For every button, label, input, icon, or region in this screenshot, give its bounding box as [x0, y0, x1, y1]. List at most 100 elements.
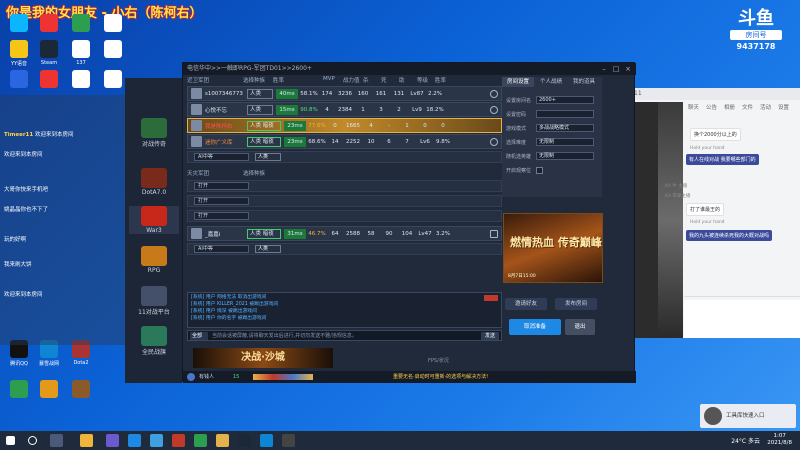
sidebar-item-chuanqi[interactable]: 对战传奇 — [129, 118, 179, 148]
maximize-icon[interactable]: □ — [610, 63, 622, 75]
race-select[interactable]: 人类 暗夜 — [247, 120, 281, 131]
player-name: 我是陈柯右 — [205, 123, 233, 130]
message-sender: KA 苹果主播 — [665, 194, 691, 199]
explorer-icon[interactable] — [80, 434, 93, 447]
ai-slot-row[interactable]: AI中等 人类 — [187, 151, 502, 163]
slot-dropdown[interactable]: 打开 — [194, 182, 249, 190]
cancel-ready-button[interactable]: 取消准备 — [509, 319, 561, 335]
add-icon[interactable] — [490, 229, 498, 238]
sidebar-item-rpg[interactable]: RPG — [129, 246, 179, 274]
desktop-icon-file[interactable] — [98, 40, 128, 60]
tab-notice[interactable]: 公告 — [706, 103, 717, 111]
sidebar-item-war3[interactable]: War3 — [129, 206, 179, 234]
tab-files[interactable]: 文件 — [742, 103, 753, 111]
race-select[interactable]: 人类 — [247, 88, 273, 99]
app-icon[interactable] — [106, 434, 119, 447]
search-icon[interactable] — [28, 436, 37, 445]
desktop-icon-app[interactable] — [34, 380, 64, 400]
difficulty-select[interactable]: 无限制 — [536, 138, 594, 146]
desktop-icon-app[interactable] — [4, 380, 34, 400]
desktop-icon-app[interactable] — [98, 14, 128, 34]
tab-personal-stats[interactable]: 个人战绩 — [535, 77, 567, 87]
tab-settings[interactable]: 设置 — [778, 103, 789, 111]
log-line: [系统] 用户 你的名字 被踢出游戏间 — [191, 316, 267, 321]
race-select[interactable]: 人类 暗夜 — [247, 228, 281, 239]
tab-chat[interactable]: 聊天 — [688, 103, 699, 111]
open-slot-row[interactable]: 打开 — [187, 180, 502, 192]
desktop-icon-app[interactable] — [66, 14, 96, 34]
desktop-icon-app[interactable] — [98, 70, 128, 90]
toolbar-icons[interactable] — [253, 374, 313, 380]
level: Lv87 — [410, 90, 424, 97]
invite-button[interactable]: 邀请好友 — [505, 298, 547, 310]
user-avatar[interactable] — [187, 373, 195, 381]
player-row[interactable]: 迷你广义库 人类 暗夜 23ms 68.6% 14 2252 10 6 7 Lv… — [187, 134, 502, 149]
app-icon[interactable] — [172, 434, 185, 447]
observer-checkbox[interactable] — [536, 166, 543, 174]
password-input[interactable] — [536, 110, 594, 118]
tab-album[interactable]: 相册 — [724, 103, 735, 111]
sidebar-item-dota[interactable]: DotA7.0 — [129, 168, 179, 196]
exit-button[interactable]: 退出 — [565, 319, 595, 335]
random-hero-select[interactable]: 无限制 — [536, 152, 594, 160]
desktop-icon-file[interactable]: 137 — [66, 40, 96, 66]
race-select[interactable]: 人类 — [255, 245, 281, 253]
clear-log-icon[interactable] — [484, 295, 498, 301]
desktop-icon-label: 暴雪战网 — [38, 361, 59, 367]
promo-banner[interactable]: 燃情热血 传奇巅峰 8月7日15:00 — [503, 213, 603, 283]
clock[interactable]: 1:07 2021/8/8 — [767, 433, 792, 447]
tool-quick-entry[interactable]: 工具库快速入口 — [700, 404, 796, 428]
player-row[interactable]: s1007346773 人类 40ms 58.1% 174 3236 160 1… — [187, 86, 502, 101]
desktop-icon-app[interactable] — [66, 70, 96, 90]
slot-dropdown[interactable]: AI中等 — [194, 153, 249, 161]
ai-slot-row[interactable]: AI中等 人类 — [187, 243, 502, 255]
player-row-self[interactable]: 我是陈柯右 人类 暗夜 23ms 77.6% 0 1665 4 - 1 0 0 — [187, 118, 502, 133]
send-button[interactable]: 发送 — [481, 332, 499, 340]
desktop-icon-yy[interactable]: YY语音 — [4, 40, 34, 67]
race-select[interactable]: 人类 — [255, 153, 281, 161]
open-slot-row[interactable]: 打开 — [187, 195, 502, 207]
channel-select[interactable]: 全部 — [190, 332, 208, 340]
desktop-icon-steam[interactable]: Steam — [34, 40, 64, 66]
app-icon[interactable] — [282, 434, 295, 447]
desktop-icon-app[interactable] — [34, 14, 64, 34]
publish-room-button[interactable]: 发布房间 — [555, 298, 597, 310]
chat-bubble-icon[interactable] — [490, 105, 498, 114]
app-icon[interactable] — [260, 434, 273, 447]
desktop-icon-app[interactable] — [66, 380, 96, 400]
chat-bubble-icon[interactable] — [490, 89, 498, 98]
app-icon[interactable] — [238, 434, 251, 447]
app-icon[interactable] — [128, 434, 141, 447]
desktop-icon-label: YY语音 — [10, 61, 28, 67]
game-mode-select[interactable]: 多战战略模式 — [536, 124, 594, 132]
room-name-input[interactable]: 2600+ — [536, 96, 594, 104]
close-icon[interactable]: × — [622, 63, 634, 75]
race-select[interactable]: 人类 — [247, 104, 273, 115]
slot-dropdown[interactable]: AI中等 — [194, 245, 249, 253]
windows-start-icon[interactable] — [6, 436, 15, 445]
slot-dropdown[interactable]: 打开 — [194, 197, 249, 205]
app-icon[interactable] — [194, 434, 207, 447]
tab-room-settings[interactable]: 房间设置 — [502, 77, 534, 87]
lobby-chat-input[interactable]: 全部 当前会话被屏蔽,请将聊天发出后进行,并切勿发送不雅/违规信息。 发送 — [187, 330, 502, 341]
app-icon[interactable] — [216, 434, 229, 447]
weather-widget[interactable]: 24°C 多云 — [731, 436, 760, 445]
task-view-icon[interactable] — [50, 434, 63, 447]
desktop-icon-app[interactable] — [4, 70, 34, 90]
desktop-icon-app[interactable] — [34, 70, 64, 90]
minimize-icon[interactable]: – — [598, 63, 610, 75]
race-select[interactable]: 人类 暗夜 — [247, 136, 281, 147]
player-row[interactable]: 心悦不忘 人类 15ms 90.8% 4 2384 1 3 2 Lv9 18.2… — [187, 102, 502, 117]
edge-icon[interactable] — [150, 434, 163, 447]
desktop-icon-app[interactable] — [4, 14, 34, 34]
open-slot-row[interactable]: 打开 — [187, 210, 502, 222]
sidebar-item-11[interactable]: 11对战平台 — [129, 286, 179, 316]
tab-my-items[interactable]: 我的道具 — [568, 77, 600, 87]
tab-activity[interactable]: 活动 — [760, 103, 771, 111]
chat-bubble-icon[interactable] — [490, 137, 498, 146]
slot-dropdown[interactable]: 打开 — [194, 212, 249, 220]
sidebar-item-zhanqi[interactable]: 全民战旗 — [129, 326, 179, 356]
ad-banner[interactable]: 决战·沙城 — [193, 348, 333, 368]
player-row[interactable]: _嘉嘉i 人类 暗夜 31ms 46.7% 64 2588 58 90 104 … — [187, 226, 502, 241]
chat-input[interactable] — [684, 300, 800, 338]
